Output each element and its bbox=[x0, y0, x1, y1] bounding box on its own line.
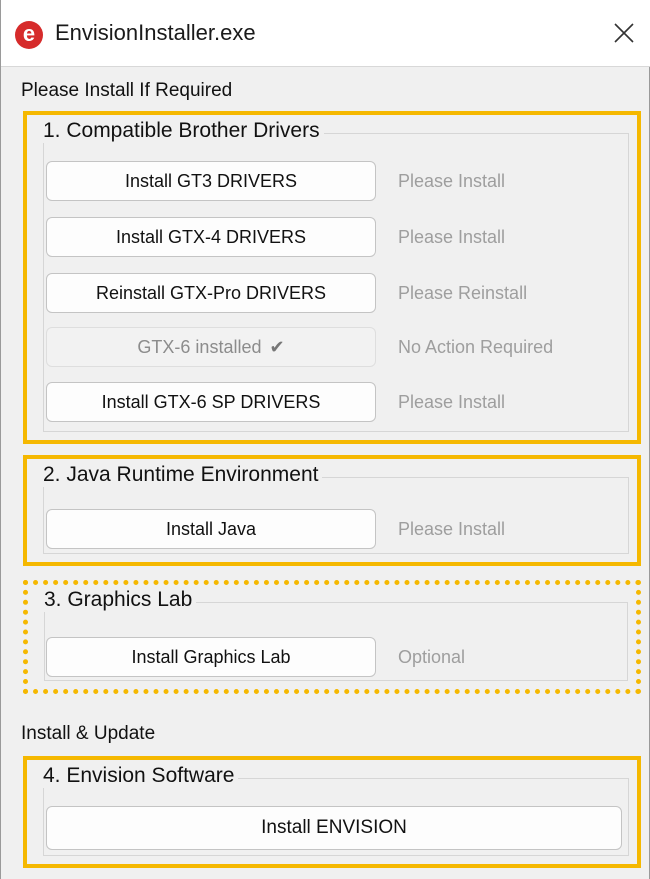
group-title-java: 2. Java Runtime Environment bbox=[41, 463, 323, 487]
gtx6-status: No Action Required bbox=[398, 337, 554, 357]
group-title-graphics-lab: 3. Graphics Lab bbox=[42, 588, 197, 612]
install-graphics-lab-button[interactable]: Install Graphics Lab bbox=[46, 637, 376, 677]
checkmark-icon: ✔ bbox=[269, 336, 285, 357]
app-logo-icon: e bbox=[15, 21, 43, 49]
window-title: EnvisionInstaller.exe bbox=[55, 20, 256, 45]
install-update-label: Install & Update bbox=[21, 723, 156, 744]
gt3-status: Please Install bbox=[398, 171, 506, 191]
installer-window: e EnvisionInstaller.exe Please Install I… bbox=[0, 0, 650, 879]
title-bar: e EnvisionInstaller.exe bbox=[1, 0, 650, 67]
group-envision-software: 4. Envision Software Install ENVISION bbox=[23, 756, 641, 868]
install-envision-button[interactable]: Install ENVISION bbox=[46, 806, 622, 850]
install-gtx6-sp-button[interactable]: Install GTX-6 SP DRIVERS bbox=[46, 382, 376, 422]
group-title-drivers: 1. Compatible Brother Drivers bbox=[41, 119, 324, 143]
install-gt3-button[interactable]: Install GT3 DRIVERS bbox=[46, 161, 376, 201]
gtx-pro-status: Please Reinstall bbox=[398, 283, 528, 303]
reinstall-gtx-pro-button[interactable]: Reinstall GTX-Pro DRIVERS bbox=[46, 273, 376, 313]
gtx4-status: Please Install bbox=[398, 227, 506, 247]
gtx6-installed-label: GTX-6 installed bbox=[137, 336, 262, 357]
install-java-button[interactable]: Install Java bbox=[46, 509, 376, 549]
gtx6-sp-status: Please Install bbox=[398, 392, 506, 412]
group-java: 2. Java Runtime Environment Install Java… bbox=[23, 455, 641, 566]
install-gtx4-button[interactable]: Install GTX-4 DRIVERS bbox=[46, 217, 376, 257]
group-title-envision: 4. Envision Software bbox=[41, 764, 239, 788]
java-status: Please Install bbox=[398, 519, 506, 539]
please-install-label: Please Install If Required bbox=[21, 80, 233, 101]
gtx6-installed-button: GTX-6 installed ✔ bbox=[46, 327, 376, 367]
group-graphics-lab: 3. Graphics Lab Install Graphics Lab Opt… bbox=[23, 580, 641, 694]
close-button[interactable] bbox=[607, 16, 641, 50]
close-icon bbox=[614, 23, 634, 43]
group-brother-drivers: 1. Compatible Brother Drivers Install GT… bbox=[23, 111, 641, 444]
graphics-lab-status: Optional bbox=[398, 647, 466, 667]
